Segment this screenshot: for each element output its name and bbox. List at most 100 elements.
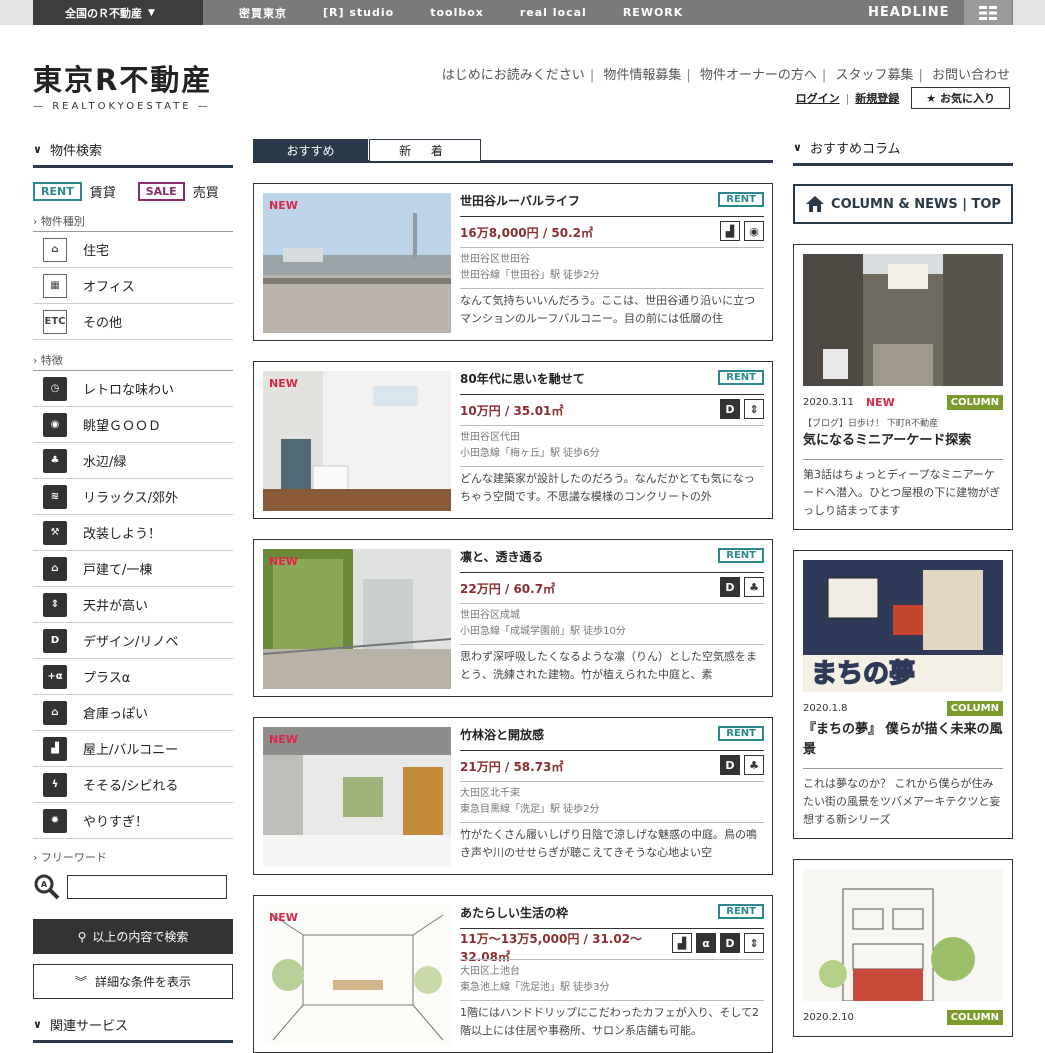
column-badge: COLUMN <box>946 700 1003 716</box>
plus-alpha-icon[interactable]: α <box>696 933 716 953</box>
tab-new[interactable]: 新 着 <box>369 139 481 161</box>
sidebar-item-label: デザイン/リノベ <box>83 635 179 650</box>
listing-address: 大田区北千束 東急目黒線「洗足」駅 徒歩2分 <box>460 786 600 818</box>
sidebar-item[interactable]: ◷ レトロな味わい <box>33 371 233 407</box>
column-news-top-button[interactable]: COLUMN & NEWS | TOP <box>793 184 1013 224</box>
column-date: 2020.1.8 <box>803 702 848 714</box>
tab-recommended[interactable]: おすすめ <box>253 139 368 161</box>
sidebar-item[interactable]: ETC その他 <box>33 304 233 340</box>
column-card-list: 2020.3.11 NEW COLUMN 【ブログ】日歩け！ 下町R不動産 気になるミニ… <box>793 244 1013 1037</box>
column-thumbnail[interactable]: まちの夢 <box>803 560 1003 692</box>
sidebar-item[interactable]: ≋ リラックス/郊外 <box>33 479 233 515</box>
column-thumbnail[interactable] <box>803 254 1003 386</box>
nav-read-first[interactable]: はじめにお読みください <box>442 68 585 83</box>
sidebar-item[interactable]: ✹ やりすぎ！ <box>33 803 233 839</box>
sidebar-item-label: オフィス <box>83 280 135 295</box>
divider <box>460 959 764 960</box>
high-ceiling-icon[interactable]: ⇕ <box>744 399 764 419</box>
sidebar-item[interactable]: ⌂ 住宅 <box>33 232 233 268</box>
listing-title[interactable]: 世田谷ルーバルライフ <box>460 192 580 209</box>
column-thumbnail[interactable] <box>803 869 1003 1001</box>
sale-badge[interactable]: SALE <box>137 182 185 201</box>
listing-title[interactable]: 凛と、透き通る <box>460 548 544 565</box>
column-card[interactable]: 2020.2.10 COLUMN <box>793 859 1013 1037</box>
listing-photo[interactable]: NEW <box>263 905 451 1045</box>
search-button[interactable]: ⚲ 以上の内容で検索 <box>33 919 233 954</box>
warehouse-icon: ⌂ <box>43 700 67 725</box>
nav-listing-request[interactable]: 物件情報募集 <box>603 68 681 83</box>
nav-contact[interactable]: お問い合わせ <box>932 68 1010 83</box>
partner-link[interactable]: [R] studio <box>323 6 394 19</box>
sale-label[interactable]: 売買 <box>193 182 219 201</box>
site-logo[interactable]: 東京R不動産 — REALTOKYOESTATE — <box>33 63 238 112</box>
high-ceiling-icon[interactable]: ⇕ <box>744 933 764 953</box>
sidebar-item[interactable]: +α プラスα <box>33 659 233 695</box>
sidebar-item[interactable]: D デザイン/リノベ <box>33 623 233 659</box>
design-d-icon[interactable]: D <box>720 933 740 953</box>
design-d-icon[interactable]: D <box>720 755 740 775</box>
headline-link[interactable]: HEADLINE <box>868 0 950 25</box>
feature-list: ◷ レトロな味わい ◉ 眺望ＧＯＯＤ ♣ 水辺/緑 ≋ リラックス/郊外 ⚒ 改装しよう！ ⌂ 戸建て… <box>33 371 233 839</box>
property-search-header: ∨ 物件検索 <box>33 138 233 168</box>
sidebar-item[interactable]: ♣ 水辺/緑 <box>33 443 233 479</box>
sidebar-item[interactable]: ⚒ 改装しよう！ <box>33 515 233 551</box>
house-icon: ⌂ <box>43 237 67 262</box>
column-card[interactable]: 2020.3.11 NEW COLUMN 【ブログ】日歩け！ 下町R不動産 気になるミニ… <box>793 244 1013 530</box>
listing-card[interactable]: NEW 竹林浴と開放感 RENT 21万円 / 58.73㎡ D ♣ 大田区北千束 東急目黒線… <box>253 717 773 875</box>
sidebar-item[interactable]: ⌂ 倉庫っぽい <box>33 695 233 731</box>
listing-card[interactable]: NEW あたらしい生活の枠 RENT 11万〜13万5,000円 / 31.02〜32… <box>253 895 773 1053</box>
region-selector[interactable]: 全国のＲ不動産 ▼ <box>33 0 203 25</box>
column-card[interactable]: まちの夢 2020.1.8 COLUMN 『まちの夢』 僕らが描く未来の風景 これは夢な… <box>793 550 1013 839</box>
partner-link[interactable]: 密買東京 <box>239 5 287 21</box>
sidebar-item[interactable]: ◉ 眺望ＧＯＯＤ <box>33 407 233 443</box>
listing-card[interactable]: NEW 凛と、透き通る RENT 22万円 / 60.7㎡ D ♣ 世田谷区成城 小田急線「成… <box>253 539 773 697</box>
nav-owners[interactable]: 物件オーナーの方へ <box>700 68 817 83</box>
partner-link[interactable]: REWORK <box>623 6 683 19</box>
sidebar-item[interactable]: ⌂ 戸建て/一棟 <box>33 551 233 587</box>
divider <box>460 603 764 604</box>
column-meta: 2020.1.8 COLUMN <box>803 698 1003 718</box>
sidebar-item-label: 改装しよう！ <box>83 527 162 542</box>
detail-conditions-button[interactable]: ︾ 詳細な条件を表示 <box>33 964 233 999</box>
rent-label[interactable]: 賃貸 <box>90 182 116 201</box>
listing-title[interactable]: 竹林浴と開放感 <box>460 726 544 743</box>
tree-water-icon[interactable]: ♣ <box>744 577 764 597</box>
rooftop-icon[interactable]: ▟ <box>672 933 692 953</box>
eye-view-icon[interactable]: ◉ <box>744 221 764 241</box>
partner-link[interactable]: toolbox <box>430 6 484 19</box>
listing-photo[interactable]: NEW <box>263 193 451 333</box>
search-magnifier-icon: A <box>34 874 60 900</box>
login-link[interactable]: ログイン <box>796 90 840 106</box>
listing-photo[interactable]: NEW <box>263 549 451 689</box>
sidebar-item-label: プラスα <box>83 671 131 686</box>
listing-title[interactable]: あたらしい生活の枠 <box>460 904 568 921</box>
tree-water-icon[interactable]: ♣ <box>744 755 764 775</box>
listing-photo[interactable]: NEW <box>263 727 451 867</box>
column-title[interactable]: 気になるミニアーケード探索 <box>803 431 1003 451</box>
design-d-icon[interactable]: D <box>720 399 740 419</box>
column-title[interactable]: 『まちの夢』 僕らが描く未来の風景 <box>803 720 1003 760</box>
sidebar-item[interactable]: ⇕ 天井が高い <box>33 587 233 623</box>
rent-badge[interactable]: RENT <box>33 182 82 201</box>
listing-title[interactable]: 80年代に思いを馳せて <box>460 370 585 387</box>
svg-text:A: A <box>41 880 48 889</box>
favorites-button[interactable]: ★ お気に入り <box>911 87 1010 109</box>
sidebar-item[interactable]: ϟ そそる/シビれる <box>33 767 233 803</box>
recommended-columns-header: ∨ おすすめコラム <box>793 136 1013 166</box>
partner-link[interactable]: real local <box>520 6 587 19</box>
freeword-input[interactable] <box>67 875 227 899</box>
sidebar-item[interactable]: ▦ オフィス <box>33 268 233 304</box>
menu-button[interactable] <box>964 0 1012 25</box>
signup-link[interactable]: 新規登録 <box>855 90 899 106</box>
design-d-icon[interactable]: D <box>720 577 740 597</box>
nav-recruit[interactable]: スタッフ募集 <box>835 68 913 83</box>
listing-station: 東急目黒線「洗足」駅 徒歩2分 <box>460 804 600 815</box>
rooftop-icon[interactable]: ▟ <box>720 221 740 241</box>
listing-photo[interactable]: NEW <box>263 371 451 511</box>
sidebar-item[interactable]: ▟ 屋上/バルコニー <box>33 731 233 767</box>
listing-card[interactable]: NEW 80年代に思いを馳せて RENT 10万円 / 35.01㎡ D ⇕ 世田谷区代田小… <box>253 361 773 519</box>
listing-card[interactable]: NEW 世田谷ルーバルライフ RENT 16万8,000円 / 50.2㎡ ▟ ◉ 世田谷区… <box>253 183 773 341</box>
logo-title: 東京R不動産 <box>33 63 213 97</box>
rent-tag: RENT <box>718 192 764 207</box>
column-badge: COLUMN <box>946 1009 1003 1025</box>
